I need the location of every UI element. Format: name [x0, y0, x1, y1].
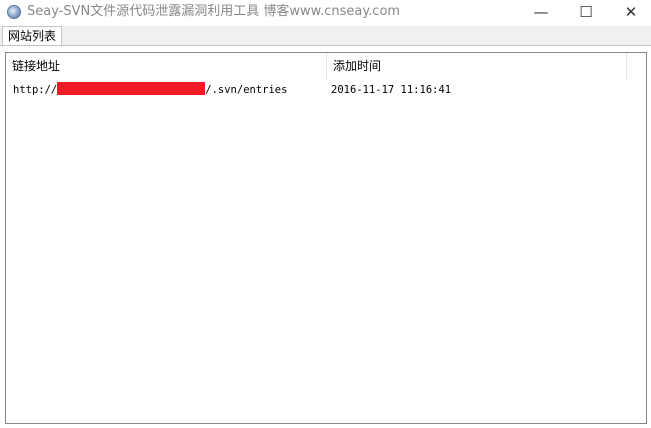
list-item-time: 2016-11-17 11:16:41: [331, 84, 452, 96]
url-suffix: /.svn/entries: [205, 84, 288, 96]
close-icon: ✕: [624, 3, 638, 21]
column-header-filler: [626, 53, 646, 79]
tab-site-list[interactable]: 网站列表: [2, 26, 63, 46]
tab-page-site-list: 链接地址 添加时间 http:// /.svn/entries 2016-11-1…: [0, 45, 651, 428]
window-title: Seay-SVN文件源代码泄露漏洞利用工具 博客www.cnseay.com: [27, 4, 401, 19]
maximize-button[interactable]: ☐: [563, 0, 609, 26]
redaction-block: [57, 82, 206, 95]
close-button[interactable]: ✕: [608, 0, 651, 26]
app-window: Seay-SVN文件源代码泄露漏洞利用工具 博客www.cnseay.com —…: [0, 0, 651, 428]
minimize-icon: —: [533, 3, 549, 21]
minimize-button[interactable]: —: [518, 0, 564, 26]
list-header: 链接地址 添加时间: [6, 53, 646, 79]
maximize-icon: ☐: [579, 3, 593, 21]
column-header-time[interactable]: 添加时间: [326, 53, 626, 79]
site-list-view[interactable]: 链接地址 添加时间 http:// /.svn/entries 2016-11-1…: [5, 52, 647, 424]
title-bar[interactable]: Seay-SVN文件源代码泄露漏洞利用工具 博客www.cnseay.com —…: [0, 0, 651, 26]
column-header-url[interactable]: 链接地址: [6, 53, 326, 79]
tab-strip: 网站列表: [0, 26, 651, 46]
list-item[interactable]: http:// /.svn/entries 2016-11-17 11:16:41: [6, 82, 646, 98]
url-prefix: http://: [13, 84, 58, 96]
list-item-url: http:// /.svn/entries: [13, 82, 287, 98]
app-icon[interactable]: [7, 5, 21, 19]
